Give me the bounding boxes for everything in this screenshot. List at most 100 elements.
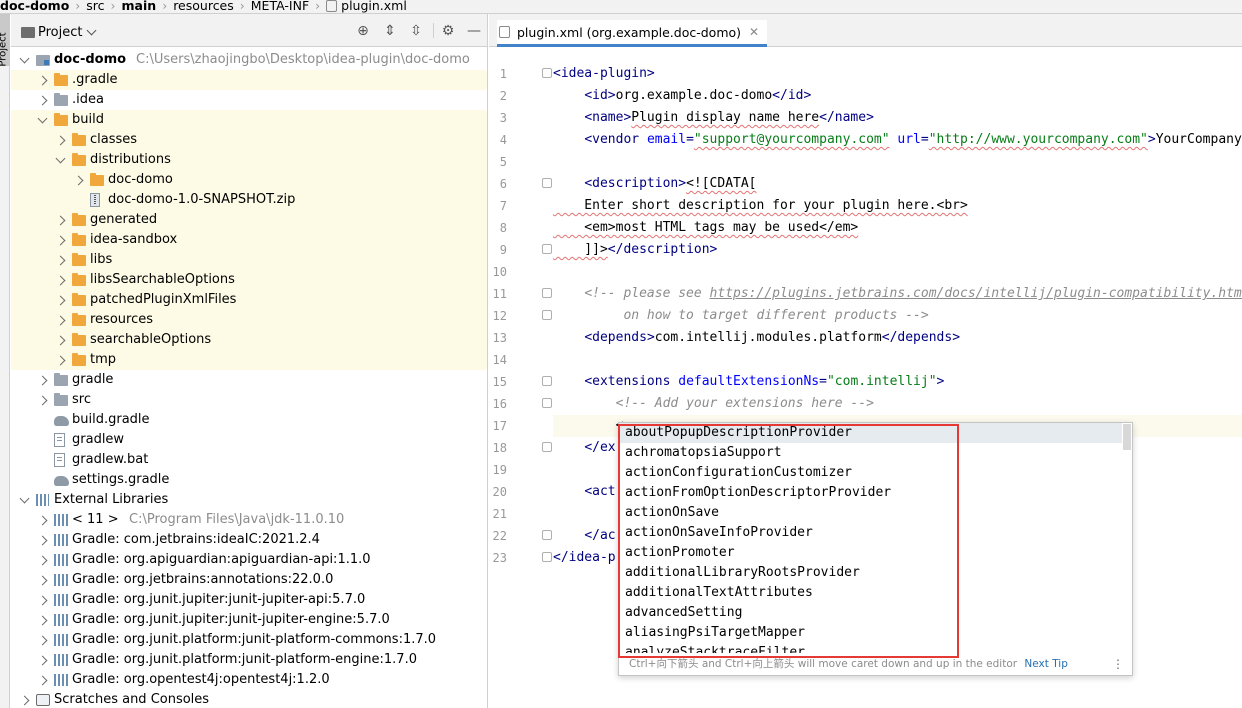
chevron-right-icon[interactable]: [37, 90, 49, 110]
completion-item[interactable]: additionalTextAttributes: [619, 583, 1122, 603]
completion-item[interactable]: aliasingPsiTargetMapper: [619, 623, 1122, 643]
code-line[interactable]: <act: [553, 481, 615, 503]
code-line[interactable]: <description><![CDATA[: [553, 173, 756, 195]
chevron-down-icon[interactable]: [19, 490, 31, 510]
code-line[interactable]: Enter short description for your plugin …: [553, 195, 968, 217]
code-line[interactable]: on how to target different products -->: [553, 305, 928, 327]
tree-item[interactable]: src: [11, 390, 487, 410]
tree-item[interactable]: build: [11, 110, 487, 130]
chevron-right-icon[interactable]: [37, 70, 49, 90]
project-view-selector[interactable]: Project: [21, 25, 97, 40]
fold-marker-icon[interactable]: [542, 310, 552, 320]
tree-item[interactable]: Gradle: org.junit.platform:junit-platfor…: [11, 630, 487, 650]
chevron-right-icon[interactable]: [37, 570, 49, 590]
tree-item[interactable]: Scratches and Consoles: [11, 690, 487, 708]
tree-item[interactable]: tmp: [11, 350, 487, 370]
collapse-all-icon[interactable]: ⇳: [408, 23, 424, 39]
chevron-down-icon[interactable]: [55, 150, 67, 170]
breadcrumb-item[interactable]: src: [86, 0, 104, 12]
fold-marker-icon[interactable]: [542, 288, 552, 298]
tree-item[interactable]: .gradle: [11, 70, 487, 90]
completion-item[interactable]: actionOnSave: [619, 503, 1122, 523]
chevron-right-icon[interactable]: [55, 230, 67, 250]
close-icon[interactable]: ✕: [749, 25, 759, 39]
gear-icon[interactable]: ⚙: [440, 23, 456, 39]
tree-item[interactable]: Gradle: org.junit.jupiter:junit-jupiter-…: [11, 610, 487, 630]
tree-item[interactable]: gradle: [11, 370, 487, 390]
breadcrumb-item[interactable]: doc-domo: [0, 0, 69, 12]
project-tool-window-tab[interactable]: Project: [0, 14, 10, 67]
fold-marker-icon[interactable]: [542, 442, 552, 452]
chevron-right-icon[interactable]: [55, 210, 67, 230]
chevron-right-icon[interactable]: [55, 290, 67, 310]
breadcrumb-item[interactable]: main: [122, 0, 157, 12]
code-line[interactable]: <id>org.example.doc-domo</id>: [553, 85, 811, 107]
code-line[interactable]: <depends>com.intellij.modules.platform</…: [553, 327, 960, 349]
breadcrumb-item[interactable]: resources: [173, 0, 234, 12]
chevron-right-icon[interactable]: [73, 170, 85, 190]
fold-marker-icon[interactable]: [542, 68, 552, 78]
chevron-right-icon[interactable]: [55, 310, 67, 330]
chevron-right-icon[interactable]: [37, 550, 49, 570]
tree-item[interactable]: classes: [11, 130, 487, 150]
fold-marker-icon[interactable]: [542, 398, 552, 408]
tree-item[interactable]: idea-sandbox: [11, 230, 487, 250]
fold-marker-icon[interactable]: [542, 376, 552, 386]
tree-item[interactable]: Gradle: org.apiguardian:apiguardian-api:…: [11, 550, 487, 570]
chevron-right-icon[interactable]: [19, 690, 31, 708]
breadcrumb-item[interactable]: plugin.xml: [341, 0, 407, 12]
fold-marker-icon[interactable]: [542, 552, 552, 562]
completion-item[interactable]: additionalLibraryRootsProvider: [619, 563, 1122, 583]
tree-item[interactable]: Gradle: org.opentest4j:opentest4j:1.2.0: [11, 670, 487, 690]
completion-list[interactable]: aboutPopupDescriptionProvider achromatops…: [619, 423, 1132, 653]
chevron-right-icon[interactable]: [37, 390, 49, 410]
tree-item[interactable]: Gradle: org.junit.jupiter:junit-jupiter-…: [11, 590, 487, 610]
code-line[interactable]: <!-- Add your extensions here -->: [553, 393, 874, 415]
code-line[interactable]: </idea-p: [553, 547, 616, 569]
tree-item[interactable]: settings.gradle: [11, 470, 487, 490]
tree-item[interactable]: External Libraries: [11, 490, 487, 510]
code-line[interactable]: ]]></description>: [553, 239, 717, 261]
popup-scrollbar[interactable]: [1123, 424, 1131, 450]
tab-plugin-xml[interactable]: plugin.xml (org.example.doc-domo) ✕: [497, 20, 768, 47]
tree-item[interactable]: Gradle: com.jetbrains:ideaIC:2021.2.4: [11, 530, 487, 550]
chevron-right-icon[interactable]: [37, 530, 49, 550]
completion-item[interactable]: actionFromOptionDescriptorProvider: [619, 483, 1122, 503]
tree-item[interactable]: Gradle: org.junit.platform:junit-platfor…: [11, 650, 487, 670]
tree-item[interactable]: .idea: [11, 90, 487, 110]
code-line[interactable]: <name>Plugin display name here</name>: [553, 107, 874, 129]
more-options-icon[interactable]: ⋮: [1112, 653, 1124, 675]
code-line[interactable]: <vendor email="support@yourcompany.com" …: [553, 129, 1241, 151]
tree-item[interactable]: libsSearchableOptions: [11, 270, 487, 290]
code-line[interactable]: <extensions defaultExtensionNs="com.inte…: [553, 371, 944, 393]
code-line[interactable]: </ac: [553, 525, 615, 547]
expand-all-icon[interactable]: ⇕: [382, 23, 398, 39]
tree-item[interactable]: resources: [11, 310, 487, 330]
tree-item[interactable]: build.gradle: [11, 410, 487, 430]
chevron-down-icon[interactable]: [37, 110, 49, 130]
chevron-right-icon[interactable]: [55, 270, 67, 290]
chevron-down-icon[interactable]: [19, 50, 31, 70]
tree-item[interactable]: doc-domo C:\Users\zhaojingbo\Desktop\idea…: [11, 50, 487, 70]
tree-item[interactable]: doc-domo-1.0-SNAPSHOT.zip: [11, 190, 487, 210]
tree-item[interactable]: gradlew.bat: [11, 450, 487, 470]
tree-item[interactable]: generated: [11, 210, 487, 230]
code-line[interactable]: </ex: [553, 437, 615, 459]
locate-file-icon[interactable]: ⊕: [355, 23, 371, 39]
completion-item[interactable]: actionConfigurationCustomizer: [619, 463, 1122, 483]
tree-item[interactable]: gradlew: [11, 430, 487, 450]
chevron-right-icon[interactable]: [37, 630, 49, 650]
breadcrumb-item[interactable]: META-INF: [251, 0, 309, 12]
chevron-right-icon[interactable]: [37, 610, 49, 630]
hide-panel-icon[interactable]: —: [466, 23, 482, 39]
next-tip-link[interactable]: Next Tip: [1024, 658, 1067, 670]
fold-marker-icon[interactable]: [542, 244, 552, 254]
chevron-right-icon[interactable]: [37, 650, 49, 670]
tree-item[interactable]: Gradle: org.jetbrains:annotations:22.0.0: [11, 570, 487, 590]
fold-marker-icon[interactable]: [542, 530, 552, 540]
completion-item[interactable]: actionOnSaveInfoProvider: [619, 523, 1122, 543]
tree-item[interactable]: doc-domo: [11, 170, 487, 190]
tree-item[interactable]: < 11 > C:\Program Files\Java\jdk-11.0.10: [11, 510, 487, 530]
completion-item[interactable]: achromatopsiaSupport: [619, 443, 1122, 463]
completion-item[interactable]: aboutPopupDescriptionProvider: [619, 423, 1122, 443]
